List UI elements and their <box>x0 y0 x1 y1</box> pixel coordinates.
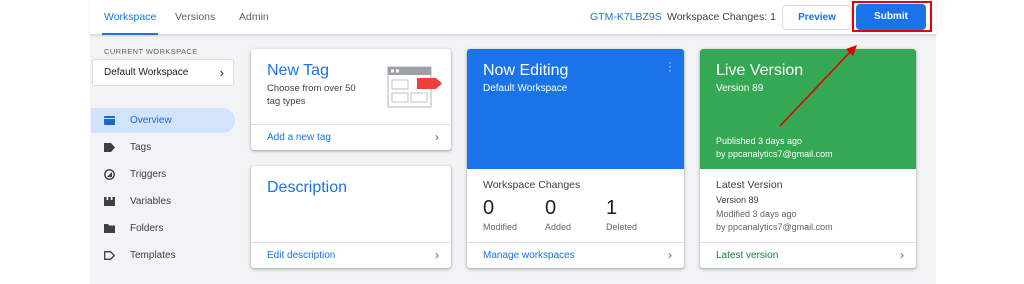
sidebar-item-label: Folders <box>130 223 164 234</box>
stat-deleted: 1 Deleted <box>606 197 637 232</box>
now-editing-workspace: Default Workspace <box>483 83 568 94</box>
add-new-tag-link[interactable]: Add a new tag <box>267 125 331 150</box>
new-tag-title: New Tag <box>267 62 329 79</box>
sidebar-item-tags[interactable]: Tags <box>91 135 235 160</box>
stat-value: 1 <box>606 197 618 219</box>
container-id[interactable]: GTM-K7LBZ9S <box>590 0 662 35</box>
trigger-icon <box>104 169 115 180</box>
sidebar-item-label: Triggers <box>130 169 167 180</box>
new-tag-card[interactable]: New Tag Choose from over 50 tag types Ad… <box>251 49 451 150</box>
live-version-card: Live Version Version 89 Published 3 days… <box>700 49 916 268</box>
live-version-footer[interactable]: Latest version › <box>700 242 916 268</box>
sidebar-item-templates[interactable]: Templates <box>91 243 235 268</box>
latest-version-link[interactable]: Latest version <box>716 243 778 268</box>
sidebar-item-label: Variables <box>130 196 171 207</box>
chevron-right-icon: › <box>900 248 904 262</box>
description-card[interactable]: Description Edit description › <box>251 166 451 268</box>
tag-illustration-icon <box>387 66 442 108</box>
chevron-right-icon: › <box>668 248 672 262</box>
now-editing-footer[interactable]: Manage workspaces › <box>467 242 684 268</box>
sidebar-item-triggers[interactable]: Triggers <box>91 162 235 187</box>
published-date: Published 3 days ago <box>716 136 803 146</box>
tab-admin[interactable]: Admin <box>239 0 269 35</box>
latest-version-title: Latest Version <box>716 179 783 191</box>
sidebar-item-label: Templates <box>130 250 176 261</box>
new-tag-subtitle: Choose from over 50 tag types <box>267 83 356 107</box>
sidebar-item-label: Overview <box>130 115 172 126</box>
edit-description-link[interactable]: Edit description <box>267 243 335 268</box>
live-version-published: Published 3 days ago by ppcanalytics7@gm… <box>716 135 833 161</box>
tab-versions[interactable]: Versions <box>175 0 215 35</box>
tab-workspace[interactable]: Workspace <box>101 0 159 35</box>
preview-button[interactable]: Preview <box>782 5 852 30</box>
latest-version-modified: Modified 3 days ago <box>716 209 797 219</box>
stat-label: Added <box>545 222 572 232</box>
folder-icon <box>104 224 115 233</box>
submit-highlight-box <box>852 1 932 32</box>
stat-added: 0 Added <box>545 197 571 232</box>
now-editing-card: Now Editing Default Workspace · · · Worksp… <box>467 49 684 268</box>
sidebar-item-label: Tags <box>130 142 152 153</box>
live-version-number: Version 89 <box>716 83 764 94</box>
new-tag-footer[interactable]: Add a new tag › <box>251 124 451 150</box>
live-version-header: Live Version Version 89 Published 3 days… <box>700 49 916 169</box>
chevron-right-icon: › <box>435 248 439 262</box>
overview-icon <box>104 116 115 125</box>
top-bar: Workspace Versions Admin GTM-K7LBZ9S Wor… <box>90 0 936 35</box>
workspace-selector[interactable]: Default Workspace › <box>92 59 234 86</box>
chevron-right-icon: › <box>219 65 224 80</box>
stat-label: Deleted <box>606 222 638 232</box>
more-options-icon[interactable]: · · · <box>668 58 672 77</box>
workspace-selector-name: Default Workspace <box>104 67 189 78</box>
latest-version-author: by ppcanalytics7@gmail.com <box>716 222 833 232</box>
workspace-changes-title: Workspace Changes <box>483 179 581 191</box>
sidebar-item-folders[interactable]: Folders <box>91 216 235 241</box>
manage-workspaces-link[interactable]: Manage workspaces <box>483 243 575 268</box>
workspace-changes-count: Workspace Changes: 1 <box>667 11 776 23</box>
template-icon <box>104 251 115 260</box>
description-title: Description <box>267 179 348 196</box>
current-workspace-label: CURRENT WORKSPACE <box>104 47 198 56</box>
now-editing-header: Now Editing Default Workspace · · · <box>467 49 684 169</box>
sidebar-item-variables[interactable]: Variables <box>91 189 235 214</box>
chevron-right-icon: › <box>435 130 439 144</box>
stat-value: 0 <box>483 197 495 219</box>
variables-icon <box>104 197 115 206</box>
now-editing-title: Now Editing <box>483 62 569 79</box>
live-version-title: Live Version <box>716 62 804 79</box>
stat-value: 0 <box>545 197 557 219</box>
stat-modified: 0 Modified <box>483 197 517 232</box>
sidebar-item-overview[interactable]: Overview <box>91 108 235 133</box>
published-by: by ppcanalytics7@gmail.com <box>716 149 833 159</box>
description-footer[interactable]: Edit description › <box>251 242 451 268</box>
latest-version-number: Version 89 <box>716 195 759 205</box>
tag-icon <box>104 143 115 152</box>
stat-label: Modified <box>483 222 518 232</box>
